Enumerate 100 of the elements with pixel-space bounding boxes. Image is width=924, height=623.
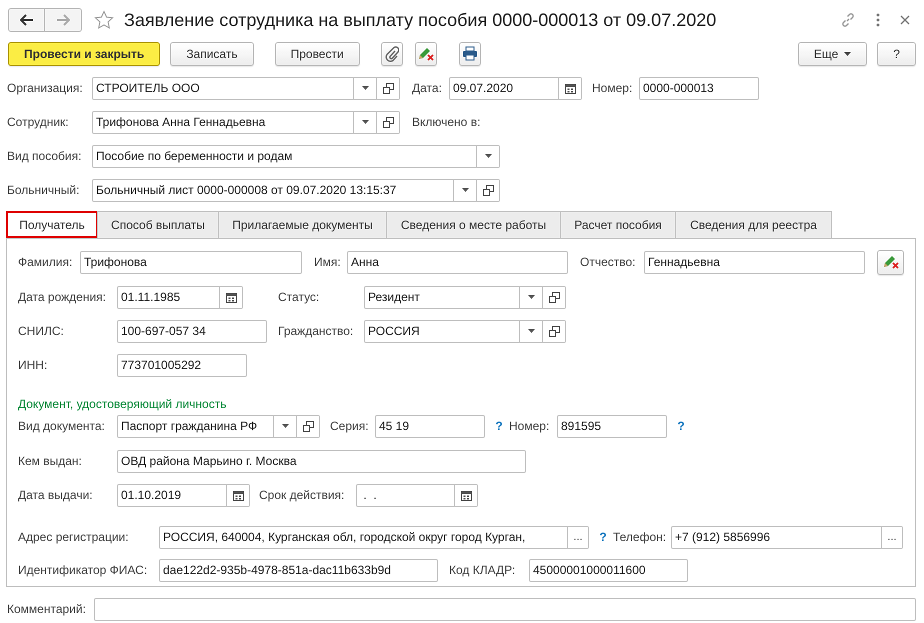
input-field[interactable]: РОССИЯ, 640004, Курганская обл, городской округ город Курган, ...	[159, 526, 589, 548]
select-field[interactable]: СТРОИТЕЛЬ ООО	[92, 76, 400, 100]
toolbar-button[interactable]: Записать	[170, 42, 254, 66]
field-label: Кем выдан:	[18, 454, 83, 468]
input-field[interactable]: Трифонова	[80, 250, 302, 274]
calendar-button[interactable]	[226, 484, 249, 506]
calendar-button[interactable]	[219, 286, 242, 308]
edit-clear-button[interactable]	[877, 250, 904, 274]
tab[interactable]: Сведения для реестра	[675, 211, 832, 238]
comment-field[interactable]	[94, 598, 916, 620]
tab[interactable]: Способ выплаты	[97, 211, 219, 238]
help-link[interactable]: ?	[597, 530, 609, 544]
calendar-icon	[232, 490, 244, 500]
input-field[interactable]: 773701005292	[117, 354, 247, 376]
close-icon[interactable]	[900, 15, 910, 25]
open-window-icon	[302, 420, 314, 432]
pen-with-cross-icon	[416, 46, 435, 62]
choose-button[interactable]: ...	[567, 526, 588, 548]
open-window-icon	[382, 116, 394, 128]
caret-icon	[844, 52, 852, 56]
field-label: Дата рождения:	[18, 290, 107, 304]
input-field[interactable]: 45 19	[375, 414, 485, 438]
select-field[interactable]: РОССИЯ	[364, 320, 566, 342]
field-label: Вид документа:	[18, 419, 106, 433]
toolbar-button[interactable]: ?	[877, 42, 916, 66]
field-label: Дата выдачи:	[18, 488, 94, 502]
input-field[interactable]: Анна	[347, 250, 568, 274]
select-field[interactable]: Трифонова Анна Геннадьевна	[92, 110, 400, 134]
field-label: Срок действия:	[259, 488, 346, 502]
dropdown-field[interactable]: Пособие по беременности и родам	[92, 144, 500, 168]
date-field[interactable]: . .	[356, 484, 478, 506]
open-button[interactable]	[376, 78, 399, 98]
calendar-button[interactable]	[454, 484, 477, 506]
input-field[interactable]: 45000001000011600	[529, 558, 688, 582]
open-window-icon	[482, 184, 494, 196]
help-link[interactable]: ?	[675, 419, 687, 433]
calendar-button[interactable]	[558, 78, 581, 98]
tab[interactable]: Получатель	[6, 211, 98, 238]
dropdown-button[interactable]	[476, 146, 499, 166]
field-label: Отчество:	[580, 255, 636, 269]
open-window-icon	[382, 82, 394, 94]
calendar-icon	[226, 292, 236, 302]
input-field[interactable]: 100-697-057 34	[117, 320, 267, 342]
printer-icon	[462, 46, 478, 61]
open-button[interactable]	[476, 180, 499, 200]
edit-clear-button[interactable]	[414, 42, 437, 66]
field-label: Номер:	[509, 419, 550, 433]
back-arrow-icon	[20, 14, 34, 26]
caret-icon	[462, 188, 468, 192]
open-button[interactable]	[542, 286, 565, 308]
print-button[interactable]	[458, 42, 481, 66]
help-link[interactable]: ?	[493, 419, 505, 433]
input-field[interactable]: Геннадьевна	[644, 250, 865, 274]
star-icon[interactable]	[94, 10, 114, 30]
date-field[interactable]: 01.10.2019	[117, 484, 250, 506]
field-label: Фамилия:	[18, 255, 74, 269]
tab[interactable]: Сведения о месте работы	[386, 211, 561, 238]
field-label: Телефон:	[613, 530, 668, 544]
paperclip-icon	[384, 46, 399, 62]
caret-icon	[528, 329, 534, 333]
input-field[interactable]: ОВД района Марьино г. Москва	[117, 450, 526, 472]
attach-button[interactable]	[380, 42, 403, 66]
forward-arrow-icon	[56, 14, 70, 26]
post-and-close-button[interactable]: Провести и закрыть	[8, 42, 160, 66]
back-button[interactable]	[8, 8, 45, 32]
field-label: Сотрудник:	[7, 115, 70, 129]
caret-icon	[362, 86, 368, 90]
tab[interactable]: Прилагаемые документы	[218, 211, 387, 238]
tab[interactable]: Расчет пособия	[560, 211, 676, 238]
field-label: Адрес регистрации:	[18, 530, 130, 544]
input-field[interactable]: +7 (912) 5856996 ...	[671, 526, 903, 548]
field-label: Гражданство:	[278, 324, 354, 338]
select-field[interactable]: Резидент	[364, 286, 566, 308]
field-label: Номер:	[592, 81, 634, 95]
toolbar-button[interactable]: Провести	[274, 42, 360, 66]
link-icon[interactable]	[840, 12, 856, 28]
open-button[interactable]	[376, 112, 399, 132]
field-label: Организация:	[7, 81, 84, 95]
date-field[interactable]: 09.07.2020	[449, 76, 582, 100]
field-label: ИНН:	[18, 358, 48, 372]
pen-with-cross-icon	[882, 254, 900, 270]
field-label: Имя:	[314, 255, 342, 269]
select-field[interactable]: Паспорт гражданина РФ	[117, 414, 320, 438]
field-label: Включено в:	[412, 115, 480, 129]
choose-button[interactable]: ...	[881, 526, 902, 548]
select-field[interactable]: Больничный лист 0000-000008 от 09.07.2020 13:15:37	[92, 178, 500, 202]
input-field[interactable]: 0000-000013	[639, 76, 759, 100]
more-button[interactable]: Еще	[798, 42, 868, 66]
date-field[interactable]: 01.11.1985	[117, 286, 243, 308]
open-button[interactable]	[542, 320, 565, 342]
input-field[interactable]: 891595	[557, 414, 667, 438]
field-label: Идентификатор ФИАС:	[18, 563, 148, 577]
calendar-icon	[460, 490, 472, 500]
caret-icon	[362, 120, 368, 124]
more-options-icon[interactable]	[876, 13, 880, 27]
field-label: Статус:	[278, 290, 320, 304]
input-field[interactable]: dae122d2-935b-4978-851a-dac11b633b9d	[159, 558, 438, 582]
open-window-icon	[548, 292, 560, 302]
open-button[interactable]	[296, 416, 319, 436]
field-label: Комментарий:	[7, 602, 87, 616]
